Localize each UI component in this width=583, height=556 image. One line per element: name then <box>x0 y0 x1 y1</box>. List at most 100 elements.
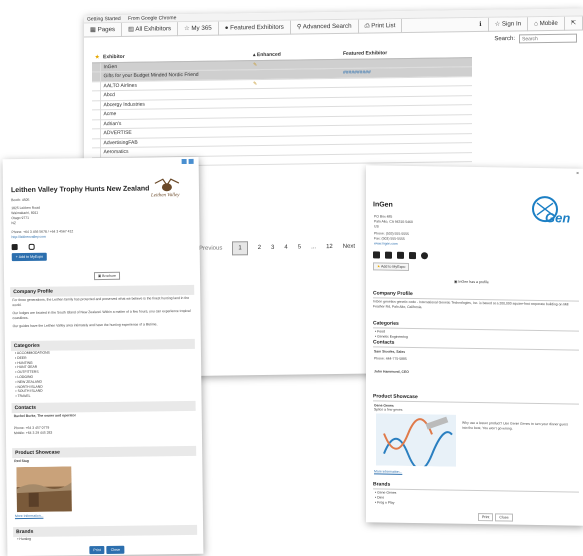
nav-pages[interactable]: ▦ Pages <box>84 22 123 37</box>
facebook-f-icon[interactable] <box>397 251 404 259</box>
svg-text:Leithen Valley: Leithen Valley <box>150 193 180 198</box>
add-to-myexpo-button[interactable]: ★ Add to MyExpo <box>373 262 410 271</box>
page-title: Leithen Valley Trophy Hunts New Zealand <box>10 185 150 195</box>
brand-name: Gene Genes <box>377 490 397 495</box>
featured-cell <box>340 152 472 164</box>
pager-page-5[interactable]: 5 <box>298 244 301 250</box>
print-button[interactable]: Print <box>89 545 105 555</box>
red-stag-image <box>16 466 72 513</box>
brands-heading: Brands <box>13 524 198 538</box>
footer-buttons: Print Close <box>478 513 513 522</box>
footer-buttons: Print Close <box>89 545 125 555</box>
contact-info: Phone: (503) 555-5555 Fax: (503) 555-555… <box>374 231 409 247</box>
row-select-cell[interactable] <box>92 128 100 139</box>
row-select-cell[interactable] <box>92 100 100 110</box>
twitter-icon[interactable] <box>385 251 392 259</box>
bookmark-getting-started[interactable]: Getting Started <box>87 16 121 22</box>
profile-paragraph: Our guides have the Leithen Valley area … <box>12 322 158 329</box>
list-item: • TRAVEL <box>15 394 31 399</box>
category-name: Food <box>377 329 385 334</box>
header-enhanced-label: Enhanced <box>256 51 281 59</box>
company-profile-text: For three generations, the Leithen famil… <box>12 296 192 329</box>
categories-heading: Categories <box>10 338 195 352</box>
expand-icon[interactable] <box>181 158 187 165</box>
category-name: NORTH ISLAND <box>17 384 43 389</box>
row-select-cell[interactable] <box>92 71 100 82</box>
search-input[interactable] <box>519 33 577 44</box>
linkedin-icon[interactable] <box>409 251 416 260</box>
nav-my365[interactable]: ☆ My 365 <box>178 21 219 36</box>
share-button[interactable]: ⇱ <box>564 16 583 31</box>
info-icon: ℹ <box>479 20 482 28</box>
close-icon[interactable] <box>188 158 194 164</box>
add-button-label: Add to MyExpo <box>381 264 406 269</box>
category-name: DEER <box>17 355 27 360</box>
page-title: InGen <box>373 201 393 209</box>
company-profile-text: InGen genetics genetic code - Internatio… <box>373 299 569 310</box>
profile-badge-label: InGen has a profile <box>458 279 489 285</box>
category-name: SOUTH ISLAND <box>17 389 43 394</box>
brands-list: • Hunting <box>17 537 31 542</box>
brochure-button[interactable]: ▣ Brochure <box>93 271 120 281</box>
website-link[interactable]: www.ingen.com <box>374 241 409 247</box>
close-button[interactable]: Close <box>106 545 125 554</box>
window-controls <box>181 158 194 165</box>
pager-page-2[interactable]: 2 <box>258 245 261 251</box>
header-select-cell[interactable]: ★ <box>92 53 100 63</box>
close-icon[interactable]: × <box>576 171 579 177</box>
nav-print-list-label: Print List <box>371 21 396 29</box>
row-select-cell[interactable] <box>92 81 100 91</box>
pager-page-12[interactable]: 12 <box>326 244 333 250</box>
row-select-cell[interactable] <box>92 109 100 120</box>
add-to-myexpo-button[interactable]: + Add to MyExpo <box>11 252 48 262</box>
list-item: • Frog n Play <box>375 500 395 505</box>
nav-all-exhibitors[interactable]: ▤ All Exhibitors <box>122 21 179 37</box>
nav-mobile-label: Mobile <box>539 19 558 27</box>
pager-ellipsis: ... <box>311 244 317 251</box>
more-information-link[interactable]: More Information... <box>15 514 44 519</box>
contact-name: Rachel Burke, The owner and operator <box>13 413 76 419</box>
row-select-cell[interactable] <box>92 119 100 129</box>
row-select-cell[interactable] <box>92 147 100 158</box>
pager-page-1[interactable]: 1 <box>232 241 248 256</box>
pagination: Previous 1 2 3 4 5 ... 12 Next <box>199 240 365 256</box>
info-button[interactable]: ℹ <box>473 17 489 32</box>
social-links <box>11 243 35 251</box>
brand-name: Hunting <box>19 536 32 542</box>
category-name: ACCOMMODATIONS <box>16 350 50 356</box>
row-select-cell[interactable] <box>92 138 100 148</box>
nav-mobile[interactable]: ⌂ Mobile <box>528 16 565 31</box>
ingen-logo: Gen <box>531 195 571 228</box>
website-link[interactable]: http://leithenvalley.com <box>12 235 46 240</box>
category-name: TRAVEL <box>17 394 31 399</box>
nav-my365-label: My 365 <box>191 24 212 32</box>
print-button[interactable]: Print <box>478 513 494 522</box>
share-icon: ⇱ <box>570 19 576 27</box>
contact-name: John Hammond, CEO <box>374 369 409 374</box>
pager-next[interactable]: Next <box>343 244 355 250</box>
brands-list: • Gene Genes • Dino • Frog n Play <box>375 490 396 505</box>
pager-page-3[interactable]: 3 <box>271 245 274 251</box>
nav-sign-in[interactable]: ☆ Sign In <box>488 16 529 32</box>
instagram-icon[interactable] <box>28 243 35 250</box>
nav-print-list[interactable]: ⎙ Print List <box>358 18 403 34</box>
profile-badge: ▣ InGen has a profile <box>454 280 489 285</box>
booth[interactable]: Booth: 4505 <box>11 198 29 203</box>
product-showcase-heading: Product Showcase <box>12 445 197 459</box>
close-button[interactable]: Close <box>495 513 513 522</box>
more-information-link[interactable]: More information... <box>374 469 402 474</box>
nav-featured[interactable]: ● Featured Exhibitors <box>218 20 291 36</box>
nav-advanced-search[interactable]: ⚲ Advanced Search <box>290 19 359 35</box>
address-line: US <box>374 224 379 229</box>
add-button-label: Add to MyExpo <box>18 254 44 260</box>
leithen-valley-detail-window: Leithen Valley Leithen Valley Trophy Hun… <box>2 156 204 556</box>
facebook-icon[interactable] <box>11 244 18 251</box>
pager-previous[interactable]: Previous <box>199 246 222 252</box>
other-social-icon[interactable] <box>421 252 428 260</box>
facebook-icon[interactable] <box>373 251 380 259</box>
row-select-cell[interactable] <box>92 62 100 72</box>
row-select-cell[interactable] <box>92 90 100 101</box>
leithen-valley-logo: Leithen Valley <box>149 177 189 199</box>
pager-page-4[interactable]: 4 <box>284 245 287 251</box>
list-item: • Hunting <box>17 536 32 542</box>
